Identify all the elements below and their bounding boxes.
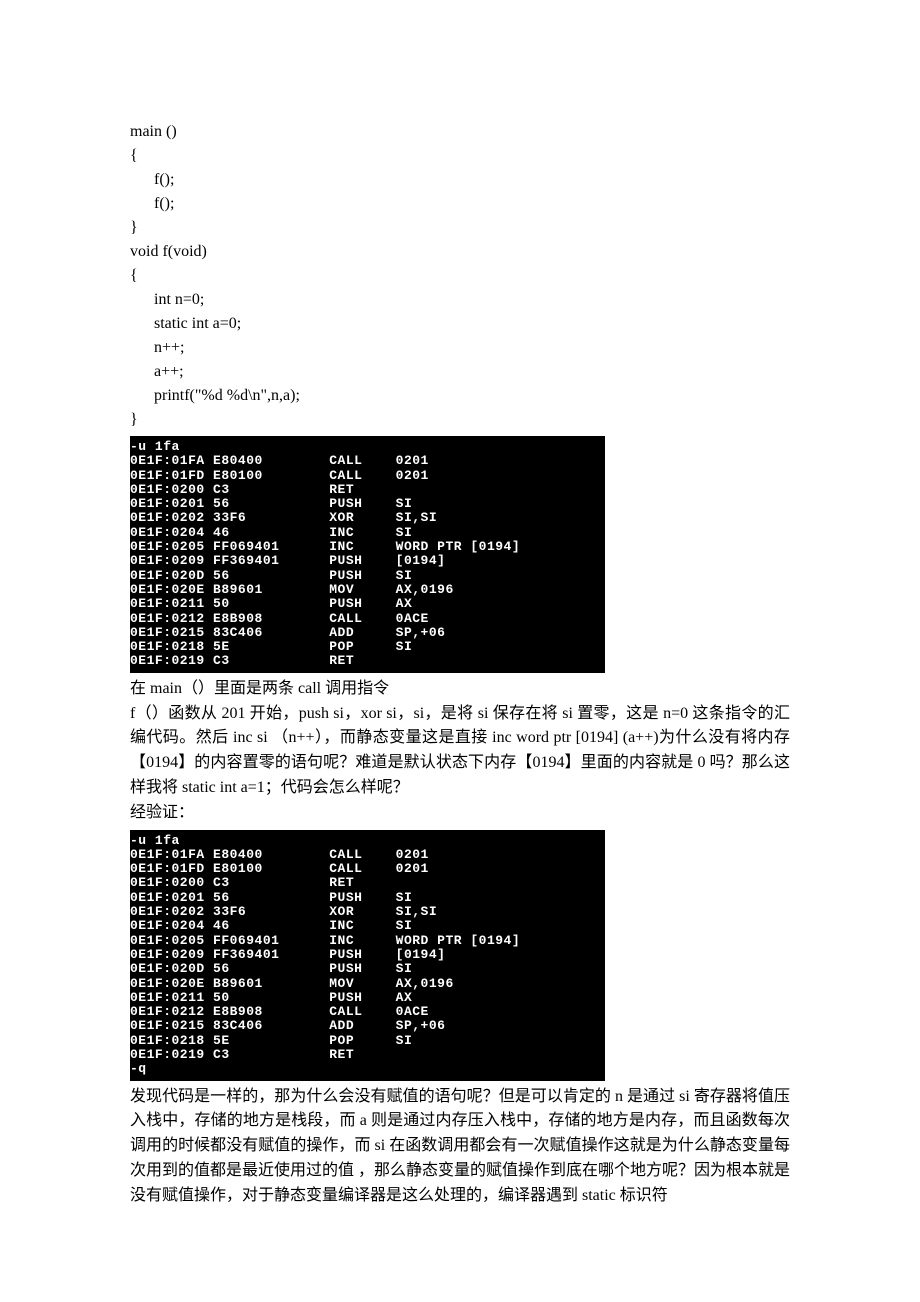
code-line: }	[130, 219, 138, 236]
code-line: static int a=0;	[130, 315, 241, 332]
code-line: void f(void)	[130, 243, 207, 260]
source-code: main () { f(); f(); } void f(void) { int…	[130, 120, 790, 432]
code-line: printf("%d %d\n",n,a);	[130, 387, 300, 404]
code-line: {	[130, 267, 138, 284]
paragraph-4: 发现代码是一样的，那为什么会没有赋值的语句呢？但是可以肯定的 n 是通过 si …	[130, 1085, 790, 1209]
code-line: a++;	[130, 363, 184, 380]
paragraph-2: f（）函数从 201 开始，push si，xor si，si，是将 si 保存…	[130, 702, 790, 801]
terminal-output-1: -u 1fa 0E1F:01FA E80400 CALL 0201 0E1F:0…	[130, 436, 605, 673]
code-line: main ()	[130, 123, 177, 140]
terminal-output-2: -u 1fa 0E1F:01FA E80400 CALL 0201 0E1F:0…	[130, 830, 605, 1081]
code-line: {	[130, 147, 138, 164]
code-line: f();	[130, 171, 174, 188]
code-line: f();	[130, 195, 174, 212]
code-line: n++;	[130, 339, 185, 356]
paragraph-3: 经验证：	[130, 801, 790, 826]
paragraph-1: 在 main（）里面是两条 call 调用指令	[130, 677, 790, 702]
code-line: }	[130, 411, 138, 428]
code-line: int n=0;	[130, 291, 204, 308]
